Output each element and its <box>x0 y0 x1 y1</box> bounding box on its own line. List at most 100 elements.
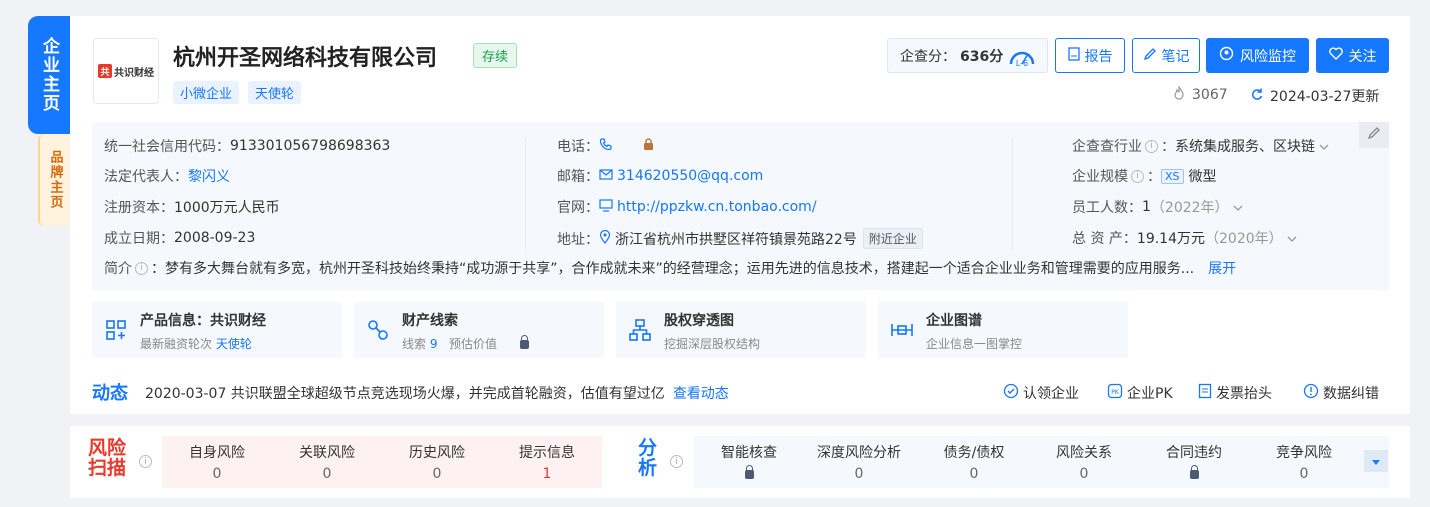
correction-icon <box>1303 383 1319 403</box>
feature-sub: 企业信息一图掌控 <box>926 337 1023 351</box>
feature-title: 产品信息：共识财经 <box>140 313 266 329</box>
credit-code: 统一社会信用代码： 913301056798698363 <box>104 138 391 155</box>
email: 邮箱： 314620550@qq.com <box>557 168 764 185</box>
risk-item-related[interactable]: 关联风险 0 <box>277 442 377 482</box>
monitor-label: 风险监控 <box>1240 48 1296 65</box>
org-chart-icon <box>628 318 652 342</box>
analysis-panel: 智能核查 深度风险分析 0 债务/债权 0 风险关系 0 合同违约 竞争风险 0 <box>694 436 1389 488</box>
feature-product-info[interactable]: 产品信息：共识财经 最新融资轮次 天使轮 <box>92 302 342 358</box>
feature-title: 股权穿透图 <box>664 313 734 329</box>
divider <box>525 138 526 250</box>
feature-equity-chart[interactable]: 股权穿透图 挖掘深层股权结构 <box>616 302 866 358</box>
dynamics-text: 2020-03-07 共识联盟全球超级节点竞选现场火爆，并完成首轮融资，估值有望… <box>145 386 729 402</box>
gauge-icon: L-6 <box>1007 44 1037 68</box>
info-icon[interactable]: i <box>670 455 683 468</box>
logo-mark: 共 <box>98 64 112 78</box>
feature-sub: 最新融资轮次 天使轮 <box>140 337 252 351</box>
feature-title: 企业图谱 <box>926 313 982 329</box>
company-name: 杭州开圣网络科技有限公司 <box>173 46 438 71</box>
company-logo: 共 共识财经 <box>93 38 159 104</box>
tag-angel-round[interactable]: 天使轮 <box>248 81 302 104</box>
claim-company-button[interactable]: 认领企业 <box>1003 383 1079 403</box>
chevron-down-icon[interactable] <box>1233 199 1243 215</box>
phone-icon <box>599 137 613 155</box>
risk-item-notice[interactable]: 提示信息 1 <box>497 442 597 482</box>
phone: 电话： <box>557 136 654 156</box>
mail-icon <box>599 168 613 184</box>
notes-button[interactable]: 笔记 <box>1132 38 1200 73</box>
analysis-item-contract-breach[interactable]: 合同违约 <box>1144 442 1244 482</box>
feature-title: 财产线索 <box>402 313 458 329</box>
monitor-icon <box>1219 46 1234 65</box>
risk-monitor-button[interactable]: 风险监控 <box>1206 38 1309 73</box>
invoice-title-button[interactable]: 发票抬头 <box>1198 383 1272 403</box>
registered-capital: 注册资本： 1000万元人民币 <box>104 200 280 216</box>
pk-icon: PK <box>1107 383 1123 403</box>
monitor-screen-icon <box>599 198 613 216</box>
chain-link-icon <box>366 318 390 342</box>
feature-company-graph[interactable]: 企业图谱 企业信息一图掌控 <box>878 302 1128 358</box>
company-scale: 企业规模 i： XS 微型 <box>1072 168 1217 185</box>
company-card: 共 共识财经 杭州开圣网络科技有限公司 存续 小微企业 天使轮 企查分： 636… <box>70 16 1410 414</box>
analysis-item-risk-relation[interactable]: 风险关系 0 <box>1034 442 1134 482</box>
nearby-companies-button[interactable]: 附近企业 <box>862 228 923 249</box>
divider <box>1012 138 1013 250</box>
follow-button[interactable]: 关注 <box>1316 38 1389 73</box>
product-grid-icon <box>104 318 128 342</box>
report-label: 报告 <box>1084 48 1113 65</box>
view-dynamics-link[interactable]: 查看动态 <box>673 386 729 402</box>
chevron-down-icon[interactable] <box>1287 230 1297 246</box>
risk-scan-panel: 自身风险 0 关联风险 0 历史风险 0 提示信息 1 <box>162 436 602 488</box>
legal-rep: 法定代表人： 黎闪义 <box>104 166 230 186</box>
expand-link[interactable]: 展开 <box>1208 258 1236 278</box>
views-count: 3067 <box>1172 85 1228 104</box>
email-link[interactable]: 314620550@qq.com <box>617 168 763 184</box>
analysis-item-debt[interactable]: 债务/债权 0 <box>924 442 1024 482</box>
logo-text: 共识财经 <box>114 67 154 79</box>
invoice-icon <box>1198 383 1212 403</box>
svg-text:PK: PK <box>1111 389 1120 396</box>
edit-button[interactable] <box>1359 122 1389 148</box>
status-badge: 存续 <box>473 43 518 68</box>
analysis-logo: 分析 <box>638 437 658 479</box>
refresh-icon <box>1250 87 1264 105</box>
company-pk-button[interactable]: PK 企业PK <box>1107 383 1173 403</box>
score-box[interactable]: 企查分： 636分 L-6 <box>887 38 1048 73</box>
introduction: 简介 i ：梦有多大舞台就有多宽，杭州开圣科技始终秉持“成功源于共享”，合作成就未… <box>104 258 1236 278</box>
risk-item-self[interactable]: 自身风险 0 <box>167 442 267 482</box>
analysis-item-smart-check[interactable]: 智能核查 <box>699 442 799 482</box>
risk-scan-logo: 风险扫描 <box>88 437 127 479</box>
legal-rep-link[interactable]: 黎闪义 <box>188 166 230 186</box>
analysis-item-deep-risk[interactable]: 深度风险分析 0 <box>804 442 914 482</box>
industry: 企查查行业 i： 系统集成服务、区块链 <box>1072 136 1329 156</box>
info-icon[interactable]: i <box>139 455 152 468</box>
info-icon[interactable]: i <box>135 261 148 275</box>
expand-dropdown-button[interactable] <box>1364 450 1388 472</box>
website: 官网： http://ppzkw.cn.tonbao.com/ <box>557 198 817 216</box>
tab-brand-home[interactable]: 品牌主页 <box>38 134 70 226</box>
info-icon[interactable]: i <box>1145 139 1158 153</box>
feature-sub: 线索 9 预估价值 <box>402 335 529 352</box>
report-button[interactable]: 报告 <box>1055 38 1125 73</box>
lock-icon[interactable] <box>643 137 654 155</box>
heart-icon <box>1328 47 1343 64</box>
feature-sub: 挖掘深层股权结构 <box>664 337 761 351</box>
score-label: 企查分： <box>900 48 956 65</box>
score-value: 636分 <box>960 48 1004 65</box>
tag-small-micro[interactable]: 小微企业 <box>173 81 240 104</box>
analysis-item-competition[interactable]: 竞争风险 0 <box>1254 442 1354 482</box>
scale-badge: XS <box>1161 168 1184 184</box>
notes-label: 笔记 <box>1161 48 1190 65</box>
feature-property-clues[interactable]: 财产线索 线索 9 预估价值 <box>354 302 604 358</box>
update-time: 2024-03-27更新 <box>1250 86 1379 106</box>
verified-icon <box>1003 383 1019 403</box>
tab-enterprise-home[interactable]: 企业主页 <box>28 16 70 134</box>
data-correction-button[interactable]: 数据纠错 <box>1303 383 1379 403</box>
address: 地址： 浙江省杭州市拱墅区祥符镇景苑路22号 附近企业 <box>557 228 923 249</box>
chevron-down-icon[interactable] <box>1319 138 1329 154</box>
risk-card: 风险扫描 i 自身风险 0 关联风险 0 历史风险 0 提示信息 1 分析 i 智能核查… <box>70 426 1410 498</box>
location-icon <box>599 229 611 248</box>
website-link[interactable]: http://ppzkw.cn.tonbao.com/ <box>617 199 817 215</box>
info-icon[interactable]: i <box>1131 169 1144 183</box>
risk-item-history[interactable]: 历史风险 0 <box>387 442 487 482</box>
